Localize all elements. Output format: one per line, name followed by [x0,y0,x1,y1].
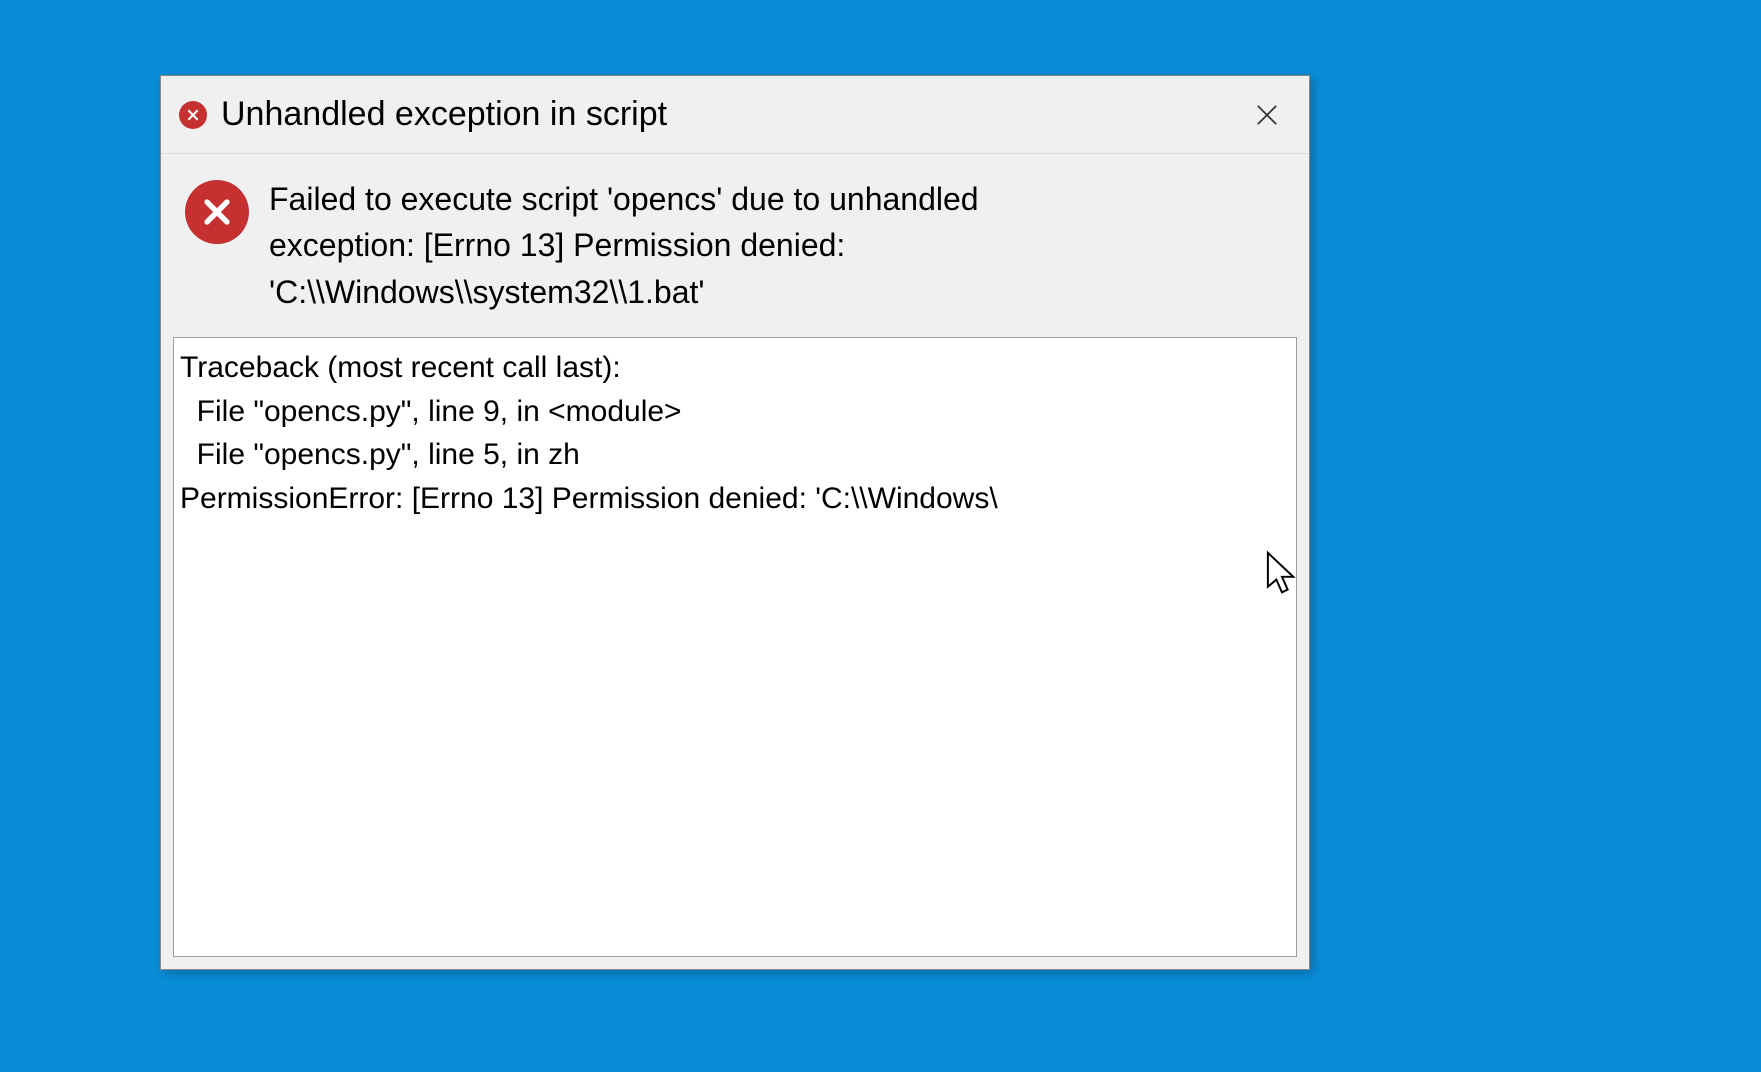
traceback-container: Traceback (most recent call last): File … [173,337,1297,957]
dialog-message-area: Failed to execute script 'opencs' due to… [161,154,1309,333]
close-button[interactable] [1243,91,1291,139]
dialog-message: Failed to execute script 'opencs' due to… [269,176,979,315]
error-icon [179,101,207,129]
dialog-title: Unhandled exception in script [221,95,667,134]
dialog-titlebar[interactable]: Unhandled exception in script [161,76,1309,154]
error-dialog: Unhandled exception in script Failed to … [160,75,1310,970]
traceback-textarea[interactable]: Traceback (most recent call last): File … [173,337,1297,957]
error-icon [185,180,249,244]
close-icon [1254,102,1280,128]
